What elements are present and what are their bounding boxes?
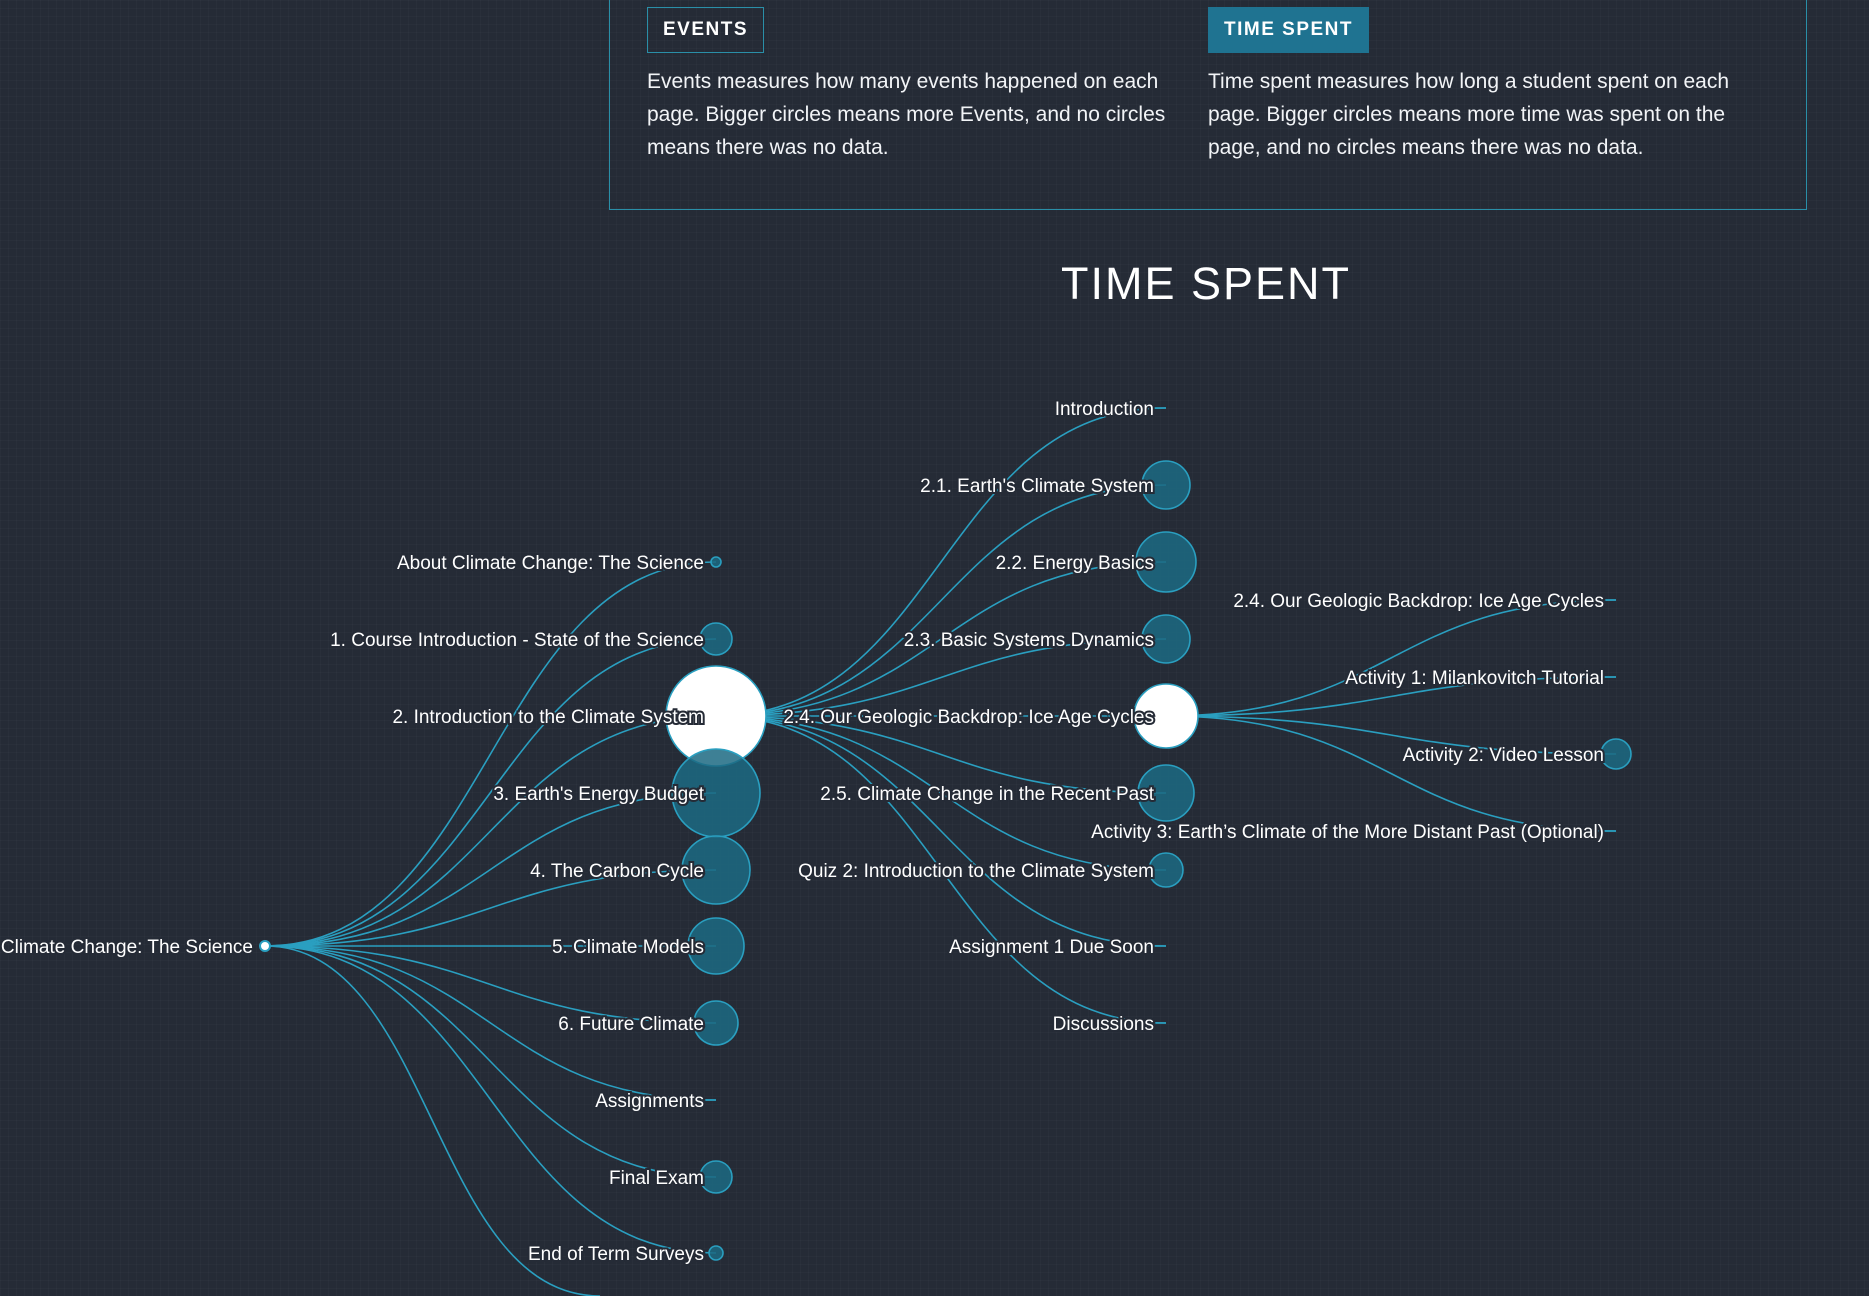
page-node[interactable] [1148,852,1184,888]
section-node[interactable] [699,622,733,656]
section-label[interactable]: Assignments [593,1089,706,1114]
activity-label[interactable]: Activity 2: Video Lesson [1401,743,1606,768]
section-label[interactable]: About Climate Change: The Science [395,551,706,576]
page-label[interactable]: 2.4. Our Geologic Backdrop: Ice Age Cycl… [781,705,1156,730]
root-label[interactable]: Climate Change: The Science [0,935,255,960]
tree-link [264,561,717,947]
section-label[interactable]: 3. Earth's Energy Budget [491,782,706,807]
tree-link [715,484,1167,717]
section-label[interactable]: 2. Introduction to the Climate System [390,705,706,730]
section-node[interactable] [710,556,722,568]
activity-label[interactable]: Activity 3: Earth’s Climate of the More … [1089,820,1606,845]
page-label[interactable]: Quiz 2: Introduction to the Climate Syst… [796,859,1156,884]
tree-link [1165,599,1617,717]
section-label[interactable]: End of Term Surveys [526,1242,706,1267]
root-node[interactable] [259,940,271,952]
section-label[interactable]: 1. Course Introduction - State of the Sc… [328,628,706,653]
page-label[interactable]: 2.5. Climate Change in the Recent Past [818,782,1156,807]
page-label[interactable]: 2.2. Energy Basics [994,551,1156,576]
page-label[interactable]: Discussions [1051,1012,1156,1037]
tree-link [264,945,717,1178]
activity-label[interactable]: Activity 1: Milankovitch Tutorial [1343,666,1606,691]
page-label[interactable]: Assignment 1 Due Soon [947,935,1156,960]
tree-links [264,407,1617,1296]
section-node[interactable] [699,1160,733,1194]
section-node[interactable] [708,1245,724,1261]
page-label[interactable]: 2.1. Earth's Climate System [918,474,1156,499]
tree-nodes: Climate Change: The Science About Climate… [0,397,1632,1267]
tree-link [264,715,717,947]
tree-link [1165,715,1617,832]
section-label[interactable]: Final Exam [607,1166,706,1191]
activity-label[interactable]: 2.4. Our Geologic Backdrop: Ice Age Cycl… [1231,589,1606,614]
course-tree: Climate Change: The Science About Climate… [0,397,1632,1296]
section-label[interactable]: 5. Climate Models [550,935,706,960]
section-label[interactable]: 6. Future Climate [556,1012,706,1037]
activity-node[interactable] [1600,738,1632,770]
page-label[interactable]: 2.3. Basic Systems Dynamics [902,628,1156,653]
section-label[interactable]: 4. The Carbon Cycle [528,859,706,884]
page-label[interactable]: Introduction [1053,397,1156,422]
